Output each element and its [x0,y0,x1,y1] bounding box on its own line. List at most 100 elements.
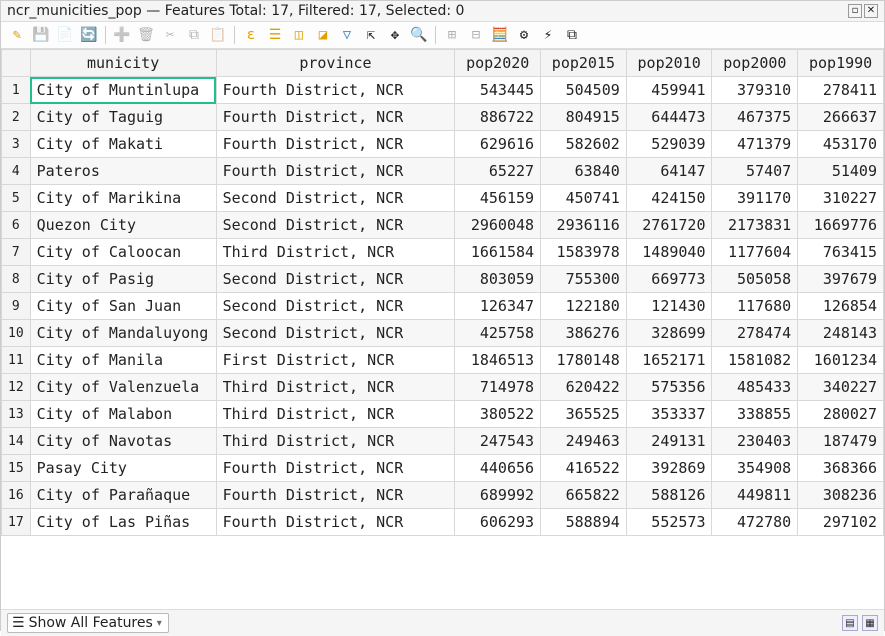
table-row[interactable]: 13City of MalabonThird District, NCR3805… [2,401,884,428]
cell-pop2010[interactable]: 353337 [626,401,712,428]
cell-municity[interactable]: City of Malabon [30,401,216,428]
field-calc-icon[interactable]: 🧮 [490,25,510,45]
cell-pop1990[interactable]: 1669776 [798,212,884,239]
cell-pop2000[interactable]: 449811 [712,482,798,509]
table-row[interactable]: 8City of PasigSecond District, NCR803059… [2,266,884,293]
cell-municity[interactable]: City of Caloocan [30,239,216,266]
cell-pop2015[interactable]: 1780148 [541,347,627,374]
cell-pop2015[interactable]: 504509 [541,77,627,104]
cell-municity[interactable]: City of Manila [30,347,216,374]
cell-pop2020[interactable]: 543445 [455,77,541,104]
cell-province[interactable]: First District, NCR [216,347,455,374]
row-number[interactable]: 2 [2,104,31,131]
cell-municity[interactable]: City of San Juan [30,293,216,320]
cell-pop2000[interactable]: 472780 [712,509,798,536]
attribute-table-scroll[interactable]: municityprovincepop2020pop2015pop2010pop… [1,49,884,609]
cell-province[interactable]: Fourth District, NCR [216,131,455,158]
feature-filter-dropdown[interactable]: ☰ Show All Features ▾ [7,613,169,633]
cell-pop2020[interactable]: 425758 [455,320,541,347]
cell-pop2000[interactable]: 117680 [712,293,798,320]
cell-pop2015[interactable]: 582602 [541,131,627,158]
cell-province[interactable]: Second District, NCR [216,266,455,293]
row-number[interactable]: 14 [2,428,31,455]
cell-pop1990[interactable]: 248143 [798,320,884,347]
cell-province[interactable]: Second District, NCR [216,293,455,320]
cell-municity[interactable]: City of Valenzuela [30,374,216,401]
cell-pop2010[interactable]: 669773 [626,266,712,293]
cell-province[interactable]: Fourth District, NCR [216,77,455,104]
minimize-icon[interactable]: ▫ [848,4,862,18]
cell-municity[interactable]: Pasay City [30,455,216,482]
cell-pop2020[interactable]: 803059 [455,266,541,293]
cell-pop2010[interactable]: 328699 [626,320,712,347]
row-number[interactable]: 17 [2,509,31,536]
cell-pop2010[interactable]: 64147 [626,158,712,185]
cell-province[interactable]: Third District, NCR [216,401,455,428]
cell-pop2000[interactable]: 467375 [712,104,798,131]
table-view-icon[interactable]: ▦ [862,615,878,631]
reload-icon[interactable]: 🔄 [79,25,99,45]
cell-province[interactable]: Fourth District, NCR [216,482,455,509]
row-number[interactable]: 16 [2,482,31,509]
cell-pop2020[interactable]: 714978 [455,374,541,401]
cell-pop1990[interactable]: 763415 [798,239,884,266]
cell-pop1990[interactable]: 368366 [798,455,884,482]
table-row[interactable]: 6Quezon CitySecond District, NCR29600482… [2,212,884,239]
cell-pop2015[interactable]: 450741 [541,185,627,212]
cell-province[interactable]: Fourth District, NCR [216,158,455,185]
cell-pop2010[interactable]: 1489040 [626,239,712,266]
table-row[interactable]: 2City of TaguigFourth District, NCR88672… [2,104,884,131]
cell-pop2000[interactable]: 338855 [712,401,798,428]
cell-pop2010[interactable]: 392869 [626,455,712,482]
cell-pop2020[interactable]: 1661584 [455,239,541,266]
cell-pop2020[interactable]: 247543 [455,428,541,455]
pan-to-icon[interactable]: ✥ [385,25,405,45]
cell-pop2000[interactable]: 485433 [712,374,798,401]
column-header-pop1990[interactable]: pop1990 [798,50,884,77]
cell-pop1990[interactable]: 280027 [798,401,884,428]
cell-pop1990[interactable]: 397679 [798,266,884,293]
cell-province[interactable]: Third District, NCR [216,239,455,266]
cell-pop1990[interactable]: 126854 [798,293,884,320]
cell-province[interactable]: Third District, NCR [216,428,455,455]
cell-pop1990[interactable]: 310227 [798,185,884,212]
row-number[interactable]: 10 [2,320,31,347]
cell-province[interactable]: Second District, NCR [216,320,455,347]
cell-municity[interactable]: City of Makati [30,131,216,158]
cell-pop1990[interactable]: 1601234 [798,347,884,374]
cell-pop2015[interactable]: 1583978 [541,239,627,266]
cell-municity[interactable]: City of Navotas [30,428,216,455]
cell-pop2010[interactable]: 552573 [626,509,712,536]
pencil-icon[interactable]: ✎ [7,25,27,45]
column-header-pop2015[interactable]: pop2015 [541,50,627,77]
cell-pop1990[interactable]: 278411 [798,77,884,104]
zoom-to-icon[interactable]: 🔍 [409,25,429,45]
cell-pop2010[interactable]: 459941 [626,77,712,104]
row-number[interactable]: 1 [2,77,31,104]
cell-pop2015[interactable]: 2936116 [541,212,627,239]
cell-municity[interactable]: City of Muntinlupa [30,77,216,104]
cell-pop1990[interactable]: 297102 [798,509,884,536]
row-number[interactable]: 7 [2,239,31,266]
row-number[interactable]: 5 [2,185,31,212]
cell-pop2020[interactable]: 65227 [455,158,541,185]
cell-pop2000[interactable]: 505058 [712,266,798,293]
form-view-icon[interactable]: ▤ [842,615,858,631]
cell-pop2015[interactable]: 249463 [541,428,627,455]
cell-pop2000[interactable]: 471379 [712,131,798,158]
cell-pop2000[interactable]: 391170 [712,185,798,212]
cell-pop2000[interactable]: 2173831 [712,212,798,239]
cell-pop2000[interactable]: 1581082 [712,347,798,374]
table-row[interactable]: 15Pasay CityFourth District, NCR44065641… [2,455,884,482]
cell-municity[interactable]: City of Taguig [30,104,216,131]
row-number[interactable]: 3 [2,131,31,158]
cell-pop2000[interactable]: 278474 [712,320,798,347]
table-row[interactable]: 9City of San JuanSecond District, NCR126… [2,293,884,320]
cell-pop2000[interactable]: 1177604 [712,239,798,266]
cell-pop2020[interactable]: 440656 [455,455,541,482]
cell-pop2015[interactable]: 620422 [541,374,627,401]
cell-pop1990[interactable]: 266637 [798,104,884,131]
cell-pop2020[interactable]: 1846513 [455,347,541,374]
table-row[interactable]: 11City of ManilaFirst District, NCR18465… [2,347,884,374]
cell-municity[interactable]: City of Las Piñas [30,509,216,536]
